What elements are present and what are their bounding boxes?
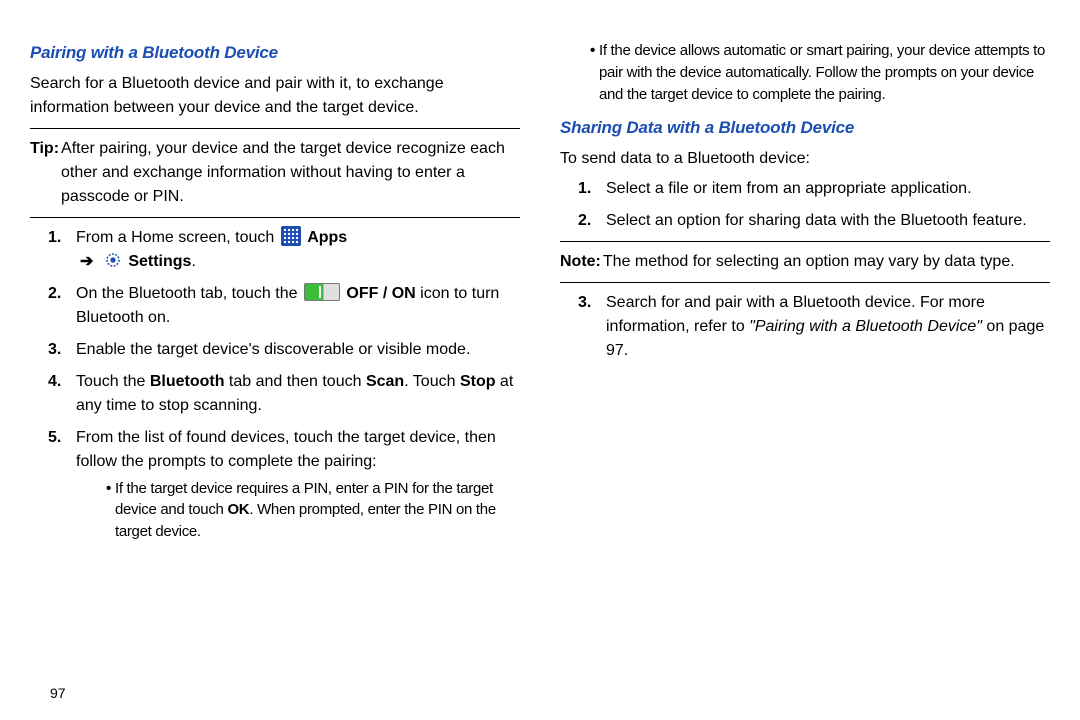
share-step2-text: Select an option for sharing data with t… <box>606 209 1050 233</box>
tip-label: Tip: <box>30 137 59 209</box>
sharing-steps-cont: Search for and pair with a Bluetooth dev… <box>560 291 1050 363</box>
step2-text-a: On the Bluetooth tab, touch the <box>76 285 302 302</box>
step-5: From the list of found devices, touch th… <box>30 426 520 549</box>
share-step1-text: Select a file or item from an appropriat… <box>606 177 1050 201</box>
bullet-auto-pair: If the device allows automatic or smart … <box>590 40 1050 105</box>
step-1: From a Home screen, touch Apps ➔ Setting… <box>30 226 520 274</box>
divider <box>30 217 520 218</box>
note-text: The method for selecting an option may v… <box>603 250 1015 274</box>
divider <box>30 128 520 129</box>
note-block: Note: The method for selecting an option… <box>560 250 1050 274</box>
sharing-steps: Select a file or item from an appropriat… <box>560 177 1050 233</box>
step5-bullets: If the target device requires a PIN, ent… <box>76 478 520 543</box>
arrow-icon: ➔ <box>80 253 93 270</box>
cross-ref: "Pairing with a Bluetooth Device" <box>749 318 982 335</box>
note-label: Note: <box>560 250 601 274</box>
ok-label: OK <box>227 501 249 518</box>
share-step-3: Search for and pair with a Bluetooth dev… <box>560 291 1050 363</box>
pairing-intro: Search for a Bluetooth device and pair w… <box>30 72 520 120</box>
share-step-1: Select a file or item from an appropriat… <box>560 177 1050 201</box>
step4-a: Touch the <box>76 373 150 390</box>
continued-bullets: If the device allows automatic or smart … <box>560 40 1050 105</box>
stop-label: Stop <box>460 373 496 390</box>
step5-text: From the list of found devices, touch th… <box>76 429 496 470</box>
page-number: 97 <box>50 683 66 704</box>
settings-icon <box>104 251 122 269</box>
tip-block: Tip: After pairing, your device and the … <box>30 137 520 209</box>
page-container: Pairing with a Bluetooth Device Search f… <box>0 0 1080 720</box>
toggle-on-icon <box>304 283 340 301</box>
section-heading-sharing: Sharing Data with a Bluetooth Device <box>560 115 1050 141</box>
step1-text-a: From a Home screen, touch <box>76 229 279 246</box>
share-step-2: Select an option for sharing data with t… <box>560 209 1050 233</box>
bullet2-text: If the device allows automatic or smart … <box>599 40 1050 105</box>
divider <box>560 241 1050 242</box>
left-column: Pairing with a Bluetooth Device Search f… <box>30 40 520 700</box>
divider <box>560 282 1050 283</box>
scan-label: Scan <box>366 373 404 390</box>
apps-label: Apps <box>307 229 347 246</box>
step3-text: Enable the target device's discoverable … <box>76 338 520 362</box>
step-4: Touch the Bluetooth tab and then touch S… <box>30 370 520 418</box>
step-2: On the Bluetooth tab, touch the OFF / ON… <box>30 282 520 330</box>
sharing-intro: To send data to a Bluetooth device: <box>560 147 1050 171</box>
step4-c: . Touch <box>404 373 460 390</box>
step-3: Enable the target device's discoverable … <box>30 338 520 362</box>
settings-label: Settings <box>128 253 191 270</box>
period: . <box>191 253 195 270</box>
off-on-label: OFF / ON <box>346 285 415 302</box>
tip-text: After pairing, your device and the targe… <box>61 137 520 209</box>
bullet-pin: If the target device requires a PIN, ent… <box>106 478 520 543</box>
pairing-steps: From a Home screen, touch Apps ➔ Setting… <box>30 226 520 549</box>
right-column: If the device allows automatic or smart … <box>560 40 1050 700</box>
apps-icon <box>281 226 301 246</box>
step4-b: tab and then touch <box>224 373 365 390</box>
bluetooth-label: Bluetooth <box>150 373 225 390</box>
section-heading-pairing: Pairing with a Bluetooth Device <box>30 40 520 66</box>
